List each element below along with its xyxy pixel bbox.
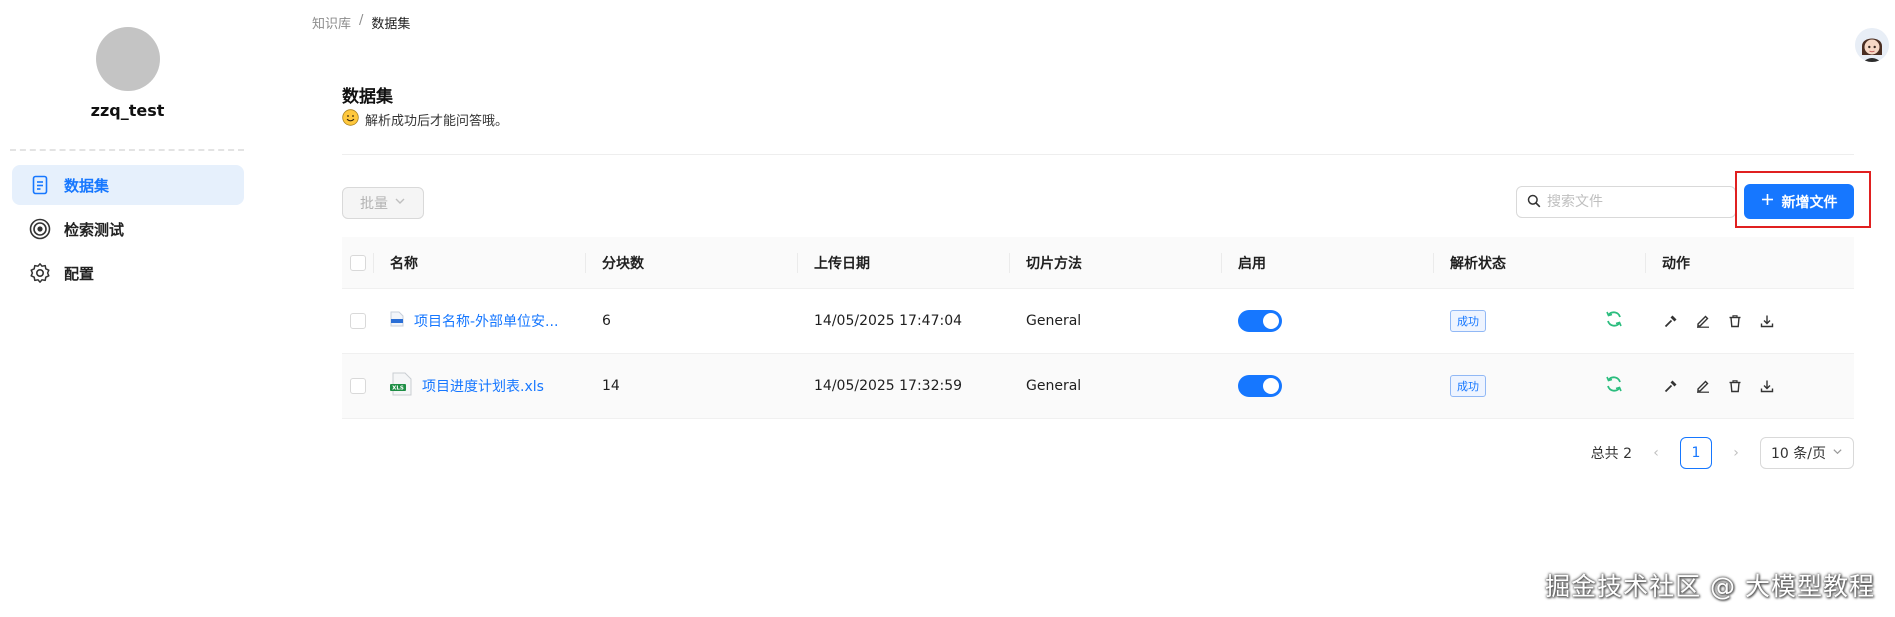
add-file-button[interactable]: 新增文件 xyxy=(1744,184,1854,219)
column-header-chunk-method: 切片方法 xyxy=(1010,237,1222,288)
page-title: 数据集 xyxy=(342,87,393,107)
page-subtitle: 解析成功后才能问答哦。 xyxy=(342,109,508,130)
refresh-icon[interactable] xyxy=(1604,309,1624,333)
select-all-checkbox[interactable] xyxy=(350,254,366,271)
search-box[interactable] xyxy=(1516,186,1736,218)
page-size-value: 10 条/页 xyxy=(1771,446,1826,462)
chevron-down-icon xyxy=(394,195,406,211)
chevron-down-icon xyxy=(1832,445,1843,461)
sidebar-item-dataset[interactable]: 数据集 xyxy=(12,165,244,205)
pagination: 总共 2 ‹ 1 › 10 条/页 xyxy=(1591,437,1854,469)
delete-icon[interactable] xyxy=(1726,312,1744,330)
row-checkbox-cell xyxy=(342,354,374,418)
batch-label: 批量 xyxy=(360,196,388,212)
enable-toggle[interactable] xyxy=(1238,310,1282,332)
document-icon xyxy=(28,173,52,197)
download-icon[interactable] xyxy=(1758,312,1776,330)
actions-cell xyxy=(1646,354,1854,418)
status-cell: 成功 xyxy=(1434,289,1646,353)
row-actions xyxy=(1662,377,1776,395)
add-file-label: 新增文件 xyxy=(1781,194,1838,211)
breadcrumb: 知识库 / 数据集 xyxy=(312,13,410,32)
column-header-actions: 动作 xyxy=(1662,255,1690,272)
search-icon xyxy=(1527,193,1541,212)
chunk-method: General xyxy=(1026,378,1082,394)
enable-toggle[interactable] xyxy=(1238,375,1282,397)
column-header-chunks: 分块数 xyxy=(586,237,798,288)
breadcrumb-separator: / xyxy=(359,13,364,28)
header-divider xyxy=(342,154,1854,155)
chunk-count: 14 xyxy=(602,378,620,394)
upload-date: 14/05/2025 17:47:04 xyxy=(814,313,963,329)
tool-icon[interactable] xyxy=(1662,312,1680,330)
smile-icon xyxy=(342,109,359,130)
sidebar-item-retrieval-test[interactable]: 检索测试 xyxy=(12,209,244,249)
download-icon[interactable] xyxy=(1758,377,1776,395)
upload-date: 14/05/2025 17:32:59 xyxy=(814,378,963,394)
prev-page-icon[interactable]: ‹ xyxy=(1646,445,1666,461)
edit-icon[interactable] xyxy=(1694,312,1712,330)
header-checkbox-cell xyxy=(342,237,374,288)
status-cell: 成功 xyxy=(1434,354,1646,418)
file-link[interactable]: 项目名称-外部单位安... xyxy=(390,311,558,331)
watermark: 掘金技术社区 @ 大模型教程 xyxy=(1545,572,1875,601)
user-avatar xyxy=(96,27,160,91)
breadcrumb-knowledge-base[interactable]: 知识库 xyxy=(312,13,351,32)
column-header-name: 名称 xyxy=(374,237,586,288)
column-header-parse-status: 解析状态 xyxy=(1434,237,1646,288)
row-checkbox-cell xyxy=(342,289,374,353)
xls-file-icon: XLS xyxy=(390,372,412,400)
enable-cell xyxy=(1222,289,1434,353)
sidebar-divider xyxy=(10,149,244,151)
file-name-cell: 项目名称-外部单位安... xyxy=(374,289,586,353)
sidebar-item-label: 检索测试 xyxy=(64,220,125,239)
batch-button[interactable]: 批量 xyxy=(342,187,424,219)
enable-cell xyxy=(1222,354,1434,418)
profile-avatar[interactable] xyxy=(1855,28,1889,62)
sidebar-item-label: 数据集 xyxy=(64,176,110,195)
subtitle-text: 解析成功后才能问答哦。 xyxy=(365,114,509,129)
file-table: 名称 分块数 上传日期 切片方法 启用 解析状态 动作 项目名称-外部单位安..… xyxy=(342,237,1854,419)
file-link[interactable]: XLS 项目进度计划表.xls xyxy=(390,372,544,400)
table-row: 项目名称-外部单位安... 6 14/05/2025 17:47:04 Gene… xyxy=(342,289,1854,354)
doc-file-icon xyxy=(390,311,404,331)
page-size-select[interactable]: 10 条/页 xyxy=(1760,437,1854,469)
chunk-count: 6 xyxy=(602,313,611,329)
page-number[interactable]: 1 xyxy=(1680,437,1712,469)
target-icon xyxy=(28,217,52,241)
chunk-method: General xyxy=(1026,313,1082,329)
table-header: 名称 分块数 上传日期 切片方法 启用 解析状态 动作 xyxy=(342,237,1854,289)
svg-text:XLS: XLS xyxy=(392,386,404,392)
total-count: 总共 2 xyxy=(1590,446,1632,462)
row-actions xyxy=(1662,312,1776,330)
row-checkbox[interactable] xyxy=(350,313,366,329)
next-page-icon[interactable]: › xyxy=(1726,445,1746,461)
row-checkbox[interactable] xyxy=(350,378,366,394)
search-input[interactable] xyxy=(1547,194,1727,210)
table-row: XLS 项目进度计划表.xls 14 14/05/2025 17:32:59 G… xyxy=(342,354,1854,419)
column-header-upload-date: 上传日期 xyxy=(798,237,1010,288)
sidebar-item-label: 配置 xyxy=(64,264,95,283)
toggle-knob xyxy=(1263,313,1279,329)
column-header-enabled: 启用 xyxy=(1222,237,1434,288)
plus-icon xyxy=(1761,193,1774,210)
status-badge: 成功 xyxy=(1450,375,1486,397)
gear-icon xyxy=(28,261,52,285)
breadcrumb-current: 数据集 xyxy=(371,17,411,32)
sidebar: zzq_test 数据集 检索测试 配置 xyxy=(0,0,255,617)
file-name: 项目进度计划表.xls xyxy=(422,379,544,395)
sidebar-nav: 数据集 检索测试 配置 xyxy=(12,165,244,297)
delete-icon[interactable] xyxy=(1726,377,1744,395)
status-badge: 成功 xyxy=(1450,310,1486,332)
file-name: 项目名称-外部单位安... xyxy=(414,314,559,330)
sidebar-item-config[interactable]: 配置 xyxy=(12,253,244,293)
actions-cell xyxy=(1646,289,1854,353)
toggle-knob xyxy=(1263,378,1279,394)
refresh-icon[interactable] xyxy=(1604,374,1624,398)
file-name-cell: XLS 项目进度计划表.xls xyxy=(374,354,586,418)
edit-icon[interactable] xyxy=(1694,377,1712,395)
tool-icon[interactable] xyxy=(1662,377,1680,395)
username: zzq_test xyxy=(90,101,165,120)
